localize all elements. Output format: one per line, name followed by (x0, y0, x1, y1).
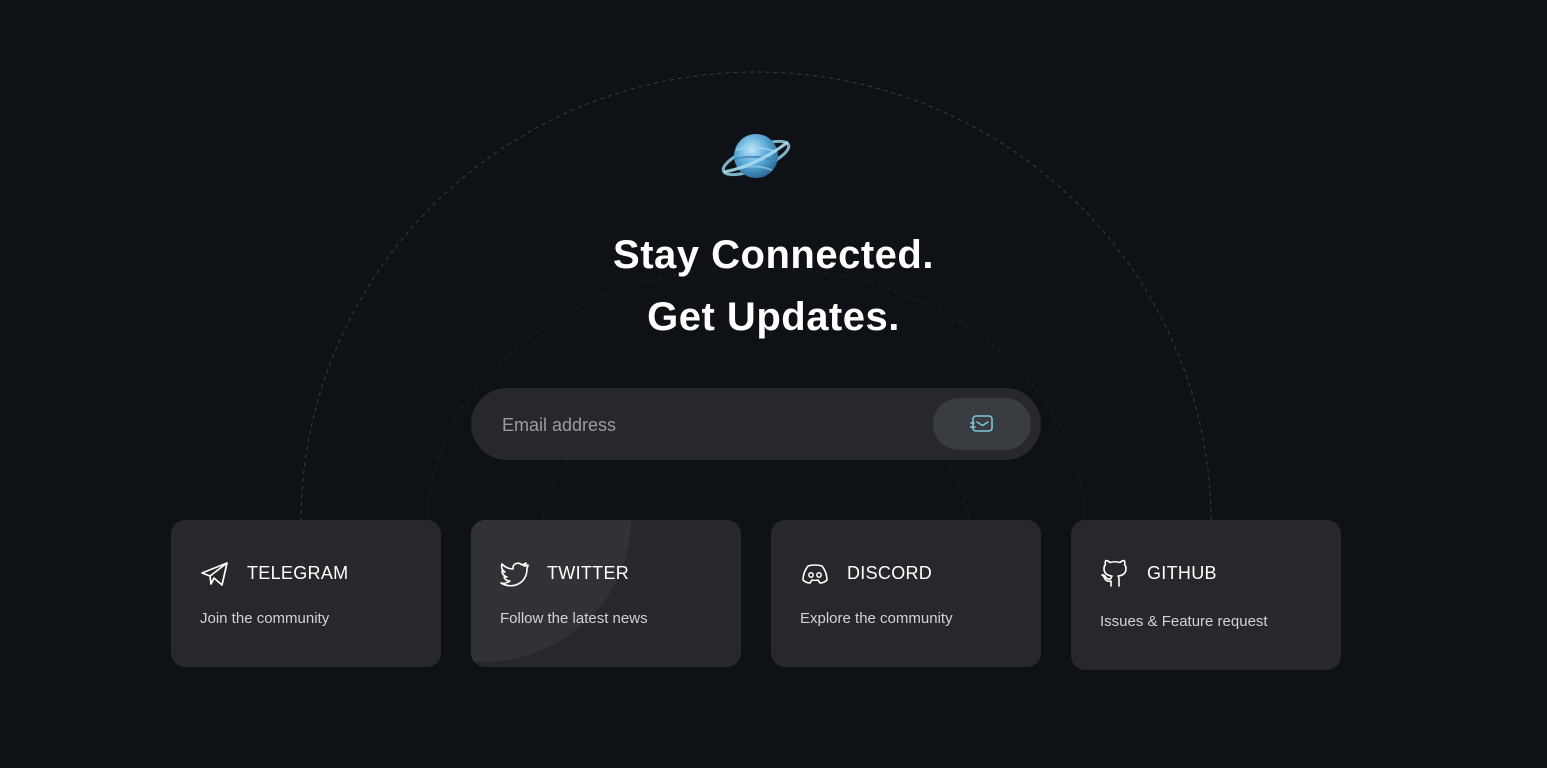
github-icon (1099, 558, 1131, 590)
discord-card[interactable]: DISCORD Explore the community (771, 520, 1041, 667)
card-description: Issues & Feature request (1100, 613, 1268, 630)
card-title: GITHUB (1147, 563, 1217, 583)
twitter-card[interactable]: TWITTER Follow the latest news (471, 520, 741, 667)
card-description: Join the community (200, 610, 330, 627)
send-mail-icon (970, 415, 993, 432)
card-description: Explore the community (800, 610, 953, 627)
twitter-icon (499, 558, 531, 590)
discord-icon (799, 558, 831, 590)
card-title: TWITTER (547, 563, 630, 583)
planet-icon (721, 134, 791, 178)
headline-line-2: Get Updates. (647, 295, 900, 339)
telegram-icon (199, 558, 231, 590)
subscribe-button[interactable] (933, 398, 1031, 450)
email-input[interactable] (500, 406, 924, 444)
subscribe-form (471, 388, 1041, 460)
stay-connected-section: Stay Connected. Get Updates. TELEGRAM Jo… (0, 0, 1547, 768)
card-hover-highlight (471, 520, 631, 662)
card-description: Follow the latest news (500, 610, 648, 627)
card-title: TELEGRAM (247, 563, 349, 583)
card-title: DISCORD (847, 563, 933, 583)
github-card[interactable]: GITHUB Issues & Feature request (1071, 520, 1341, 670)
headline-line-1: Stay Connected. (613, 233, 934, 277)
telegram-card[interactable]: TELEGRAM Join the community (171, 520, 441, 667)
